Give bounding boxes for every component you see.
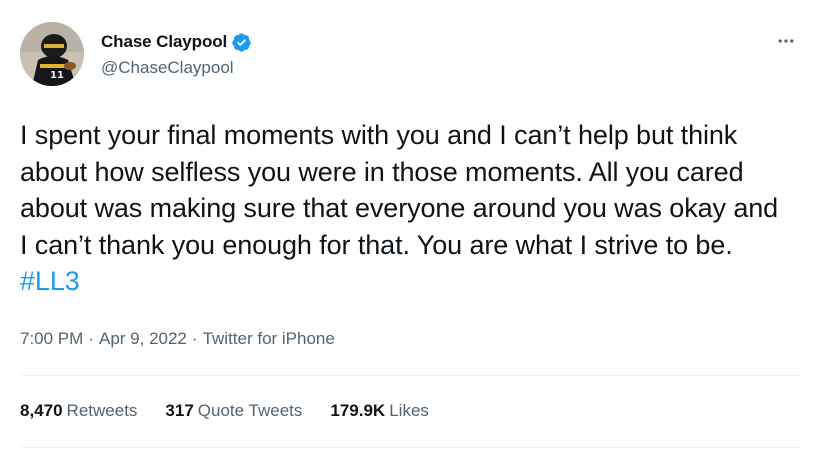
- quote-tweets-label: Quote Tweets: [197, 401, 303, 420]
- retweets-label: Retweets: [66, 401, 138, 420]
- quote-tweets-stat[interactable]: 317 Quote Tweets: [165, 401, 302, 421]
- tweet-date[interactable]: Apr 9, 2022: [99, 329, 187, 349]
- meta-separator: ·: [191, 329, 198, 348]
- engagement-stats: 8,470 Retweets 317 Quote Tweets 179.9K Like…: [20, 401, 429, 421]
- tweet-body: I spent your final moments with you and …: [20, 120, 779, 260]
- hashtag-link[interactable]: #LL3: [20, 266, 80, 296]
- divider: [20, 447, 801, 448]
- tweet-metadata: 7:00 PM · Apr 9, 2022 · Twitter for iPho…: [20, 329, 335, 349]
- retweets-count: 8,470: [20, 401, 63, 420]
- likes-label: Likes: [389, 401, 429, 420]
- more-options-icon: [778, 39, 794, 43]
- more-options-button[interactable]: [771, 26, 801, 56]
- display-name[interactable]: Chase Claypool: [101, 32, 227, 52]
- tweet-card: 11 Chase Claypool @ChaseClaypool I spent…: [0, 0, 823, 452]
- tweet-text: I spent your final moments with you and …: [20, 117, 780, 300]
- avatar[interactable]: 11: [20, 22, 84, 86]
- tweet-source[interactable]: Twitter for iPhone: [203, 329, 335, 349]
- svg-text:11: 11: [50, 70, 64, 81]
- tweet-time[interactable]: 7:00 PM: [20, 329, 83, 349]
- meta-separator: ·: [88, 329, 94, 348]
- quote-tweets-count: 317: [165, 401, 194, 420]
- likes-stat[interactable]: 179.9K Likes: [330, 401, 429, 421]
- verified-badge-icon: [231, 32, 252, 53]
- user-handle[interactable]: @ChaseClaypool: [101, 58, 234, 78]
- name-row: Chase Claypool: [101, 30, 252, 54]
- retweets-stat[interactable]: 8,470 Retweets: [20, 401, 137, 421]
- likes-count: 179.9K: [330, 401, 386, 420]
- divider: [20, 375, 801, 376]
